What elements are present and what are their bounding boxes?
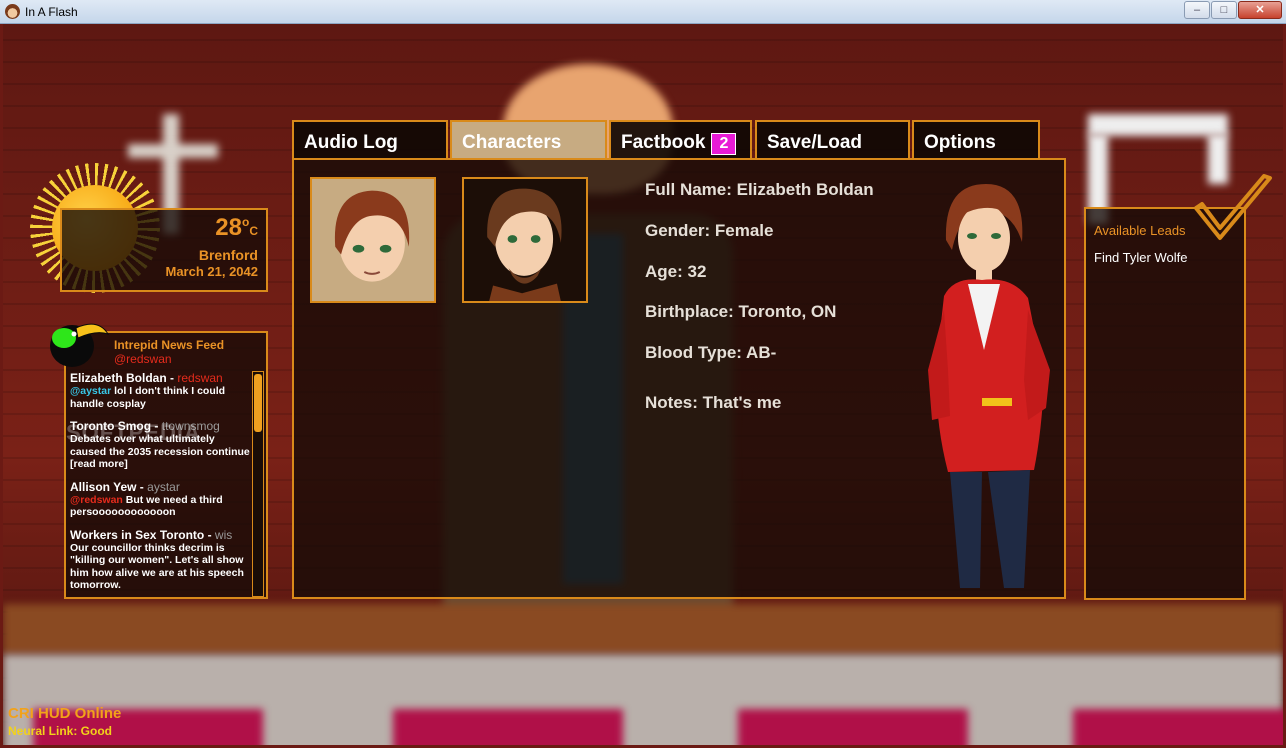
background-counter [3,604,1283,654]
available-leads-panel: Available Leads Find Tyler Wolfe [1084,207,1246,600]
window-titlebar: In A Flash – □ ✕ [0,0,1286,24]
character-age: Age: 32 [645,262,707,281]
elizabeth-portrait-art [334,190,410,282]
news-feed-handle: @redswan [114,352,172,366]
character-full-name: Full Name: Elizabeth Boldan [645,180,874,199]
tab-save-load[interactable]: Save/Load [755,120,910,160]
background-cross-bar [128,144,218,158]
weather-date: March 21, 2042 [165,264,258,279]
checkmark-icon [1194,174,1272,240]
maximize-button[interactable]: □ [1211,1,1237,19]
background-seat [738,709,968,745]
background-seat [393,709,623,745]
minimize-button[interactable]: – [1184,1,1210,19]
weather-widget: 28oC Brenford March 21, 2042 [60,208,268,292]
portrait-male-character[interactable] [462,177,588,303]
character-notes: Notes: That's me [645,393,782,412]
tab-factbook[interactable]: Factbook 2 [609,120,752,160]
scrollbar-thumb[interactable] [254,374,262,432]
tab-options[interactable]: Options [912,120,1040,160]
softpedia-watermark: SOFTPEDIA [66,420,201,445]
background-seat [1073,709,1283,745]
tab-audio-log[interactable]: Audio Log [292,120,448,160]
character-full-body-art [928,184,1050,588]
news-post[interactable]: Workers in Sex Toronto - wis Our council… [70,528,250,592]
character-blood-type: Blood Type: AB- [645,343,777,362]
window-title: In A Flash [25,5,78,19]
male-portrait-art [487,188,562,301]
neural-link-status: Neural Link: Good [8,724,113,738]
window-controls: – □ ✕ [1183,1,1282,19]
news-feed-list[interactable]: Elizabeth Boldan - redswan @aystar lol I… [70,371,250,597]
character-birthplace: Birthplace: Toronto, ON [645,302,837,321]
temperature: 28oC [215,214,258,241]
weather-city: Brenford [198,247,258,263]
close-button[interactable]: ✕ [1238,1,1282,19]
lead-item[interactable]: Find Tyler Wolfe [1094,250,1187,265]
news-feed-scrollbar[interactable] [252,371,264,597]
tab-characters[interactable]: Characters [450,120,607,160]
news-post[interactable]: Allison Yew - aystar @redswan But we nee… [70,480,250,519]
factbook-count-badge: 2 [711,133,737,155]
news-feed-title: Intrepid News Feed [114,338,225,352]
background-sign [1088,114,1228,136]
leads-title: Available Leads [1094,223,1186,238]
news-post[interactable]: Elizabeth Boldan - redswan @aystar lol I… [70,371,250,410]
toucan-icon [50,323,110,367]
hud-status: CRI HUD Online [8,705,122,722]
character-gender: Gender: Female [645,221,774,240]
news-feed-panel: Intrepid News Feed @redswan Elizabeth Bo… [64,331,268,599]
portrait-elizabeth-boldan[interactable] [310,177,436,303]
characters-panel: Full Name: Elizabeth Boldan Gender: Fema… [292,158,1066,599]
app-icon [5,4,20,19]
